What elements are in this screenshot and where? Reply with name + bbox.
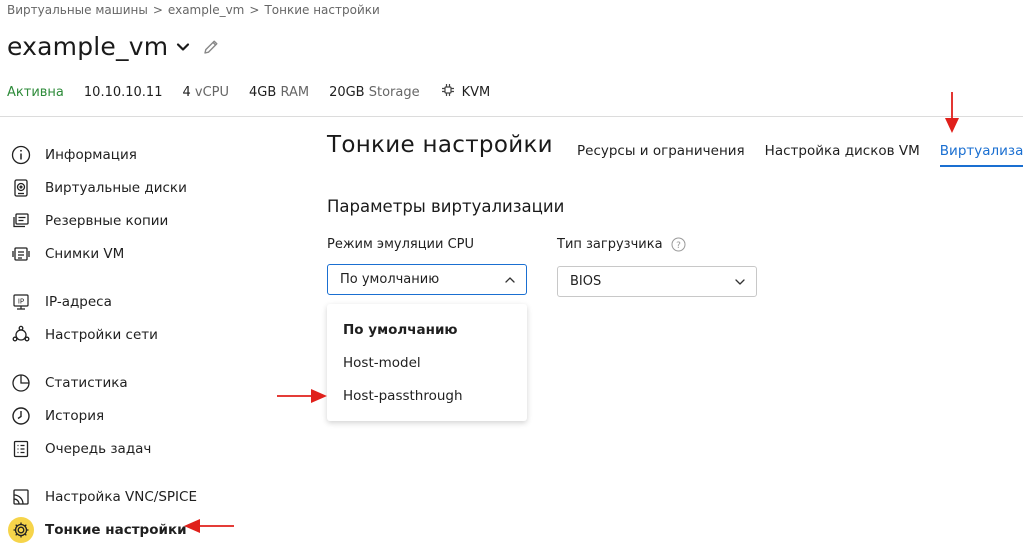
section-title: Параметры виртуализации (327, 197, 565, 216)
backup-icon (8, 208, 34, 234)
sidebar-item-label: Информация (45, 146, 137, 163)
vm-cpu-value: 4 (182, 84, 191, 100)
breadcrumb: Виртуальные машины > example_vm > Тонкие нас… (7, 3, 380, 17)
annotation-arrow-left (184, 519, 234, 533)
vm-storage-value: 20GB (329, 84, 365, 100)
vm-cpu: 4 vCPU (182, 85, 229, 100)
sidebar-item-ip[interactable]: IP IP-адреса (8, 285, 268, 318)
cpu-mode-label: Режим эмуляции CPU (327, 237, 474, 252)
sidebar-group-general: Информация Виртуальные диски Резервные к… (8, 138, 268, 270)
sidebar-item-label: Виртуальные диски (45, 179, 187, 196)
svg-text:?: ? (676, 241, 681, 251)
vm-status-row: Активна 10.10.10.11 4 vCPU 4GB RAM 20GB … (7, 82, 490, 102)
sidebar-item-label: Статистика (45, 374, 128, 391)
sidebar-group-network: IP IP-адреса Настройки сети (8, 285, 268, 351)
chevron-up-icon (504, 274, 516, 286)
snapshot-icon (8, 241, 34, 267)
breadcrumb-item-vms[interactable]: Виртуальные машины (7, 3, 148, 17)
sidebar-item-network[interactable]: Настройки сети (8, 318, 268, 351)
vm-cpu-unit: vCPU (194, 84, 230, 100)
sidebar-item-disks[interactable]: Виртуальные диски (8, 171, 268, 204)
disk-icon (8, 175, 34, 201)
sidebar-item-backups[interactable]: Резервные копии (8, 204, 268, 237)
sidebar-item-label: Тонкие настройки (45, 521, 187, 538)
chevron-down-icon (734, 276, 746, 288)
vm-storage-unit: Storage (368, 84, 420, 100)
tab-disk-settings[interactable]: Настройка дисков VM (765, 143, 920, 167)
sidebar-item-label: Настройки сети (45, 326, 158, 343)
tab-bar: Ресурсы и ограничения Настройка дисков V… (577, 143, 1023, 167)
cpu-mode-select[interactable]: По умолчанию (327, 264, 527, 295)
kvm-icon (440, 82, 456, 102)
bootloader-value: BIOS (570, 274, 602, 289)
vm-name: example_vm (7, 32, 169, 61)
annotation-arrow-right (277, 389, 327, 403)
vnc-icon (8, 484, 34, 510)
bootloader-select[interactable]: BIOS (557, 266, 757, 297)
sidebar: Информация Виртуальные диски Резервные к… (8, 138, 268, 543)
info-icon (8, 142, 34, 168)
breadcrumb-item-current: Тонкие настройки (264, 3, 380, 17)
vm-hypervisor-label: KVM (461, 84, 491, 100)
sidebar-item-label: IP-адреса (45, 293, 112, 310)
task-queue-icon (8, 436, 34, 462)
cpu-mode-option-default[interactable]: По умолчанию (327, 313, 527, 346)
vm-ram: 4GB RAM (249, 85, 309, 100)
sidebar-item-label: Очередь задач (45, 440, 152, 457)
sidebar-item-vnc[interactable]: Настройка VNC/SPICE (8, 480, 268, 513)
vm-ram-unit: RAM (280, 84, 310, 100)
cpu-mode-dropdown: По умолчанию Host-model Host-passthrough (327, 304, 527, 421)
pencil-icon[interactable] (202, 38, 220, 56)
sidebar-group-monitoring: Статистика История Очередь задач (8, 366, 268, 465)
sidebar-item-label: Снимки VM (45, 245, 125, 262)
ip-icon: IP (8, 289, 34, 315)
cpu-mode-value: По умолчанию (340, 272, 440, 287)
vm-ip: 10.10.10.11 (83, 84, 163, 100)
sidebar-item-info[interactable]: Информация (8, 138, 268, 171)
sidebar-item-stats[interactable]: Статистика (8, 366, 268, 399)
annotation-arrow-down (945, 92, 959, 133)
chevron-down-icon[interactable] (176, 40, 190, 54)
vm-storage: 20GB Storage (329, 85, 420, 100)
network-icon (8, 322, 34, 348)
sidebar-item-label: Настройка VNC/SPICE (45, 488, 197, 505)
page-title: Тонкие настройки (327, 132, 553, 158)
sidebar-item-label: История (45, 407, 105, 424)
bootloader-label-text: Тип загрузчика (557, 237, 663, 252)
vm-ram-value: 4GB (249, 84, 277, 100)
cpu-mode-label-text: Режим эмуляции CPU (327, 237, 475, 252)
clock-icon (8, 403, 34, 429)
status-badge: Активна (7, 84, 64, 100)
gear-icon (8, 516, 34, 543)
breadcrumb-separator: > (152, 3, 163, 17)
breadcrumb-item-vm[interactable]: example_vm (168, 3, 244, 17)
cpu-mode-option-host-passthrough[interactable]: Host-passthrough (327, 379, 527, 412)
breadcrumb-separator: > (249, 3, 260, 17)
bootloader-label: Тип загрузчика ? (557, 237, 686, 252)
sidebar-item-tasks[interactable]: Очередь задач (8, 432, 268, 465)
vm-hypervisor: KVM (440, 82, 491, 102)
cpu-mode-option-host-model[interactable]: Host-model (327, 346, 527, 379)
vm-title-row: example_vm (7, 32, 220, 61)
sidebar-item-history[interactable]: История (8, 399, 268, 432)
pie-chart-icon (8, 370, 34, 396)
sidebar-item-snapshots[interactable]: Снимки VM (8, 237, 268, 270)
tab-virtualization[interactable]: Виртуализация (939, 143, 1023, 167)
header-divider (0, 116, 1023, 117)
help-icon[interactable]: ? (671, 237, 686, 252)
tab-resources[interactable]: Ресурсы и ограничения (577, 143, 745, 167)
svg-text:IP: IP (18, 297, 24, 305)
sidebar-item-label: Резервные копии (45, 212, 169, 229)
